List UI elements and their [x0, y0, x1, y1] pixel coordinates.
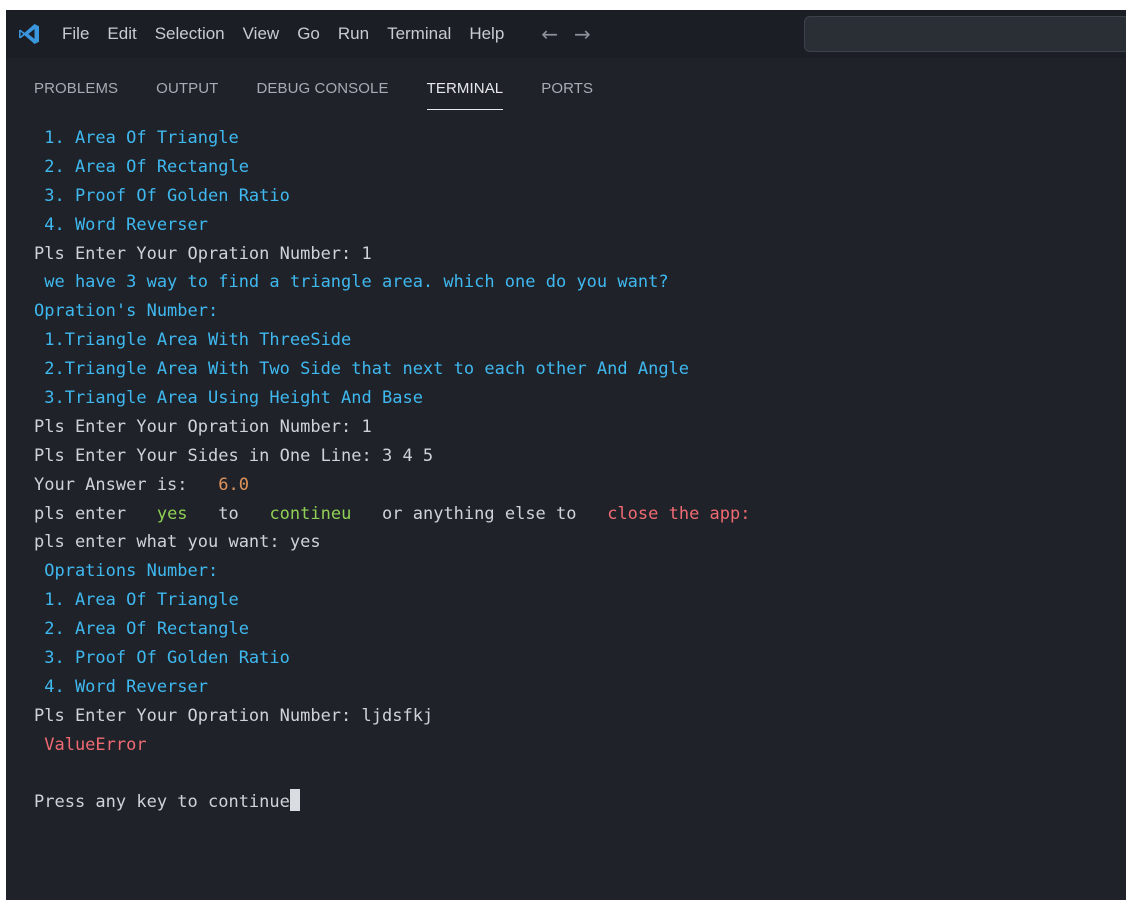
terminal-text-segment: Oprations Number:: [34, 561, 219, 582]
terminal-text-segment: Pls Enter Your Opration Number: ljdsfkj: [34, 705, 434, 726]
terminal-text-segment: ValueError: [34, 734, 147, 755]
tab-output[interactable]: OUTPUT: [156, 58, 218, 97]
navigation-arrows: ← →: [533, 10, 599, 58]
vscode-window: File Edit Selection View Go Run Terminal…: [6, 10, 1126, 900]
menu-help[interactable]: Help: [460, 10, 513, 58]
menu-bar: File Edit Selection View Go Run Terminal…: [53, 10, 513, 58]
menu-go[interactable]: Go: [288, 10, 329, 58]
terminal-text-segment: 1.Triangle Area With ThreeSide: [34, 330, 352, 351]
terminal-line: 3. Proof Of Golden Ratio: [34, 182, 1116, 211]
terminal-text-segment: to: [197, 503, 260, 524]
terminal-text-segment: 1. Area Of Triangle: [34, 590, 239, 611]
tab-debug-console[interactable]: DEBUG CONSOLE: [256, 58, 388, 97]
terminal-line: Pls Enter Your Opration Number: 1: [34, 240, 1116, 269]
menu-run[interactable]: Run: [329, 10, 378, 58]
terminal-text-segment: Press any key to continue: [34, 792, 290, 813]
terminal-line: Press any key to continue: [34, 788, 1116, 817]
terminal-text-segment: Pls Enter Your Opration Number: 1: [34, 416, 372, 437]
terminal-line: pls enter yes to contineu or anything el…: [34, 500, 1116, 529]
forward-arrow-icon[interactable]: →: [566, 10, 599, 58]
terminal-line: 1. Area Of Triangle: [34, 124, 1116, 153]
terminal-text-segment: 4. Word Reverser: [34, 676, 208, 697]
terminal-line: Oprations Number:: [34, 557, 1116, 586]
menu-file[interactable]: File: [53, 10, 98, 58]
terminal-cursor: [289, 789, 300, 812]
terminal-text-segment: Pls Enter Your Sides in One Line: 3 4 5: [34, 445, 434, 466]
terminal-line: Pls Enter Your Sides in One Line: 3 4 5: [34, 442, 1116, 471]
terminal-line: ValueError: [34, 731, 1116, 760]
vscode-logo-icon[interactable]: [15, 20, 43, 48]
tab-ports[interactable]: PORTS: [541, 58, 593, 97]
title-bar: File Edit Selection View Go Run Terminal…: [6, 10, 1126, 58]
terminal-text-segment: we have 3 way to find a triangle area. w…: [34, 272, 669, 293]
tab-terminal[interactable]: TERMINAL: [426, 58, 504, 110]
terminal-text-segment: 3. Proof Of Golden Ratio: [34, 648, 290, 669]
terminal-line: 3. Proof Of Golden Ratio: [34, 644, 1116, 673]
menu-selection[interactable]: Selection: [146, 10, 234, 58]
terminal-line: we have 3 way to find a triangle area. w…: [34, 268, 1116, 297]
terminal-text-segment: 6.0: [208, 474, 249, 495]
terminal-text-segment: contineu: [259, 503, 362, 524]
panel-tab-bar: PROBLEMS OUTPUT DEBUG CONSOLE TERMINAL P…: [6, 58, 1126, 118]
terminal-text-segment: 2.Triangle Area With Two Side that next …: [34, 359, 690, 380]
terminal-text-segment: 4. Word Reverser: [34, 214, 208, 235]
terminal-text-segment: Your Answer is:: [34, 474, 208, 495]
terminal-output[interactable]: 1. Area Of Triangle 2. Area Of Rectangle…: [34, 124, 1116, 817]
terminal-text-segment: or anything else to: [361, 503, 597, 524]
terminal-text-segment: pls enter: [34, 503, 147, 524]
menu-edit[interactable]: Edit: [98, 10, 145, 58]
terminal-line: 3.Triangle Area Using Height And Base: [34, 384, 1116, 413]
terminal-line: 1.Triangle Area With ThreeSide: [34, 326, 1116, 355]
terminal-line: 4. Word Reverser: [34, 211, 1116, 240]
terminal-line: 4. Word Reverser: [34, 673, 1116, 702]
terminal-line: 1. Area Of Triangle: [34, 586, 1116, 615]
terminal-text-segment: 2. Area Of Rectangle: [34, 156, 249, 177]
terminal-line: Pls Enter Your Opration Number: 1: [34, 413, 1116, 442]
terminal-text-segment: Opration's Number:: [34, 301, 219, 322]
terminal-line: Your Answer is: 6.0: [34, 471, 1116, 500]
terminal-line: Pls Enter Your Opration Number: ljdsfkj: [34, 702, 1116, 731]
terminal-text-segment: yes: [146, 503, 198, 524]
terminal-line: Opration's Number:: [34, 297, 1116, 326]
terminal-line: 2. Area Of Rectangle: [34, 615, 1116, 644]
terminal-line: 2.Triangle Area With Two Side that next …: [34, 355, 1116, 384]
command-center-search[interactable]: [804, 16, 1126, 52]
terminal-text-segment: 3. Proof Of Golden Ratio: [34, 185, 290, 206]
terminal-text-segment: 2. Area Of Rectangle: [34, 619, 249, 640]
terminal-line: pls enter what you want: yes: [34, 528, 1116, 557]
terminal-text-segment: pls enter what you want: yes: [34, 532, 321, 553]
menu-terminal[interactable]: Terminal: [378, 10, 460, 58]
terminal-line: 2. Area Of Rectangle: [34, 153, 1116, 182]
back-arrow-icon[interactable]: ←: [533, 10, 566, 58]
terminal-text-segment: 1. Area Of Triangle: [34, 128, 239, 148]
terminal-text-segment: 3.Triangle Area Using Height And Base: [34, 388, 423, 409]
terminal-text-segment: close the app:: [596, 503, 751, 524]
menu-view[interactable]: View: [234, 10, 289, 58]
terminal-text-segment: Pls Enter Your Opration Number: 1: [34, 243, 372, 264]
tab-problems[interactable]: PROBLEMS: [34, 58, 118, 97]
